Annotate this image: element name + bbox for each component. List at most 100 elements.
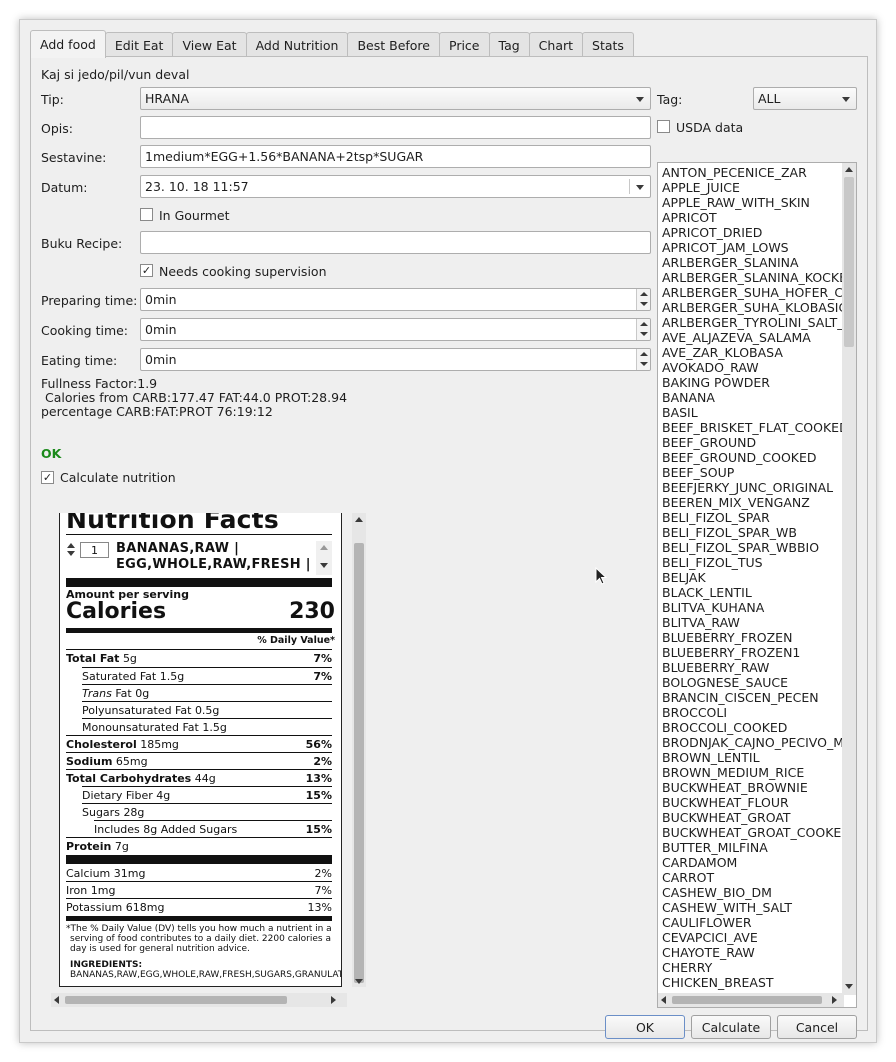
list-item[interactable]: ARLBERGER_SUHA_KLOBASICA [662,300,842,315]
list-item[interactable]: AVOKADO_RAW [662,360,842,375]
scroll-thumb[interactable] [354,543,364,983]
list-item[interactable]: BLUEBERRY_FROZEN1 [662,645,842,660]
list-item[interactable]: CARDAMOM [662,855,842,870]
list-item[interactable]: BLUEBERRY_FROZEN [662,630,842,645]
tab-view-eat[interactable]: View Eat [172,32,247,57]
scroll-up-icon[interactable] [845,167,853,172]
calculate-nutrition-checkbox[interactable]: ✓ [41,471,54,484]
list-item[interactable]: BROWN_LENTIL [662,750,842,765]
list-item[interactable]: BANANA [662,390,842,405]
datum-input[interactable]: 23. 10. 18 11:57 [140,175,651,198]
nutrition-vertical-scrollbar[interactable] [352,513,366,987]
buku-recipe-input[interactable] [140,231,651,254]
supervision-checkbox[interactable]: ✓ [140,264,153,277]
list-item[interactable]: BELI_FIZOL_TUS [662,555,842,570]
list-item[interactable]: BOLOGNESE_SAUCE [662,675,842,690]
spin-down-icon[interactable] [640,362,648,366]
list-item[interactable]: APRICOT_JAM_LOWS [662,240,842,255]
list-item[interactable]: BELI_FIZOL_SPAR_WBBIO [662,540,842,555]
sestavine-input[interactable]: 1medium*EGG+1.56*BANANA+2tsp*SUGAR [140,145,651,168]
spin-up-icon[interactable] [640,292,648,296]
tab-tag[interactable]: Tag [488,32,530,57]
list-item[interactable]: APPLE_JUICE [662,180,842,195]
list-item[interactable]: APRICOT_DRIED [662,225,842,240]
scroll-down-icon[interactable] [845,984,853,989]
list-item[interactable]: BRANCIN_CISCEN_PECEN [662,690,842,705]
scroll-thumb[interactable] [65,996,287,1004]
list-item[interactable]: BEEREN_MIX_VENGANZ [662,495,842,510]
tab-best-before[interactable]: Best Before [347,32,440,57]
list-item[interactable]: CHAYOTE_RAW [662,945,842,960]
list-item[interactable]: BUCKWHEAT_GROAT_COOKED [662,825,842,840]
opis-input[interactable] [140,116,651,139]
tab-add-nutrition[interactable]: Add Nutrition [245,32,349,57]
list-horizontal-scrollbar[interactable] [658,993,844,1007]
list-item[interactable]: BLITVA_KUHANA [662,600,842,615]
servings-stepper[interactable] [66,542,76,558]
list-item[interactable]: BROWN_MEDIUM_RICE [662,765,842,780]
ok-button[interactable]: OK [605,1015,685,1039]
scroll-down-icon[interactable] [320,563,328,568]
cancel-button[interactable]: Cancel [777,1015,857,1039]
list-item[interactable]: BUCKWHEAT_GROAT [662,810,842,825]
list-item[interactable]: CARROT [662,870,842,885]
list-item[interactable]: CEVAPCICI_AVE [662,930,842,945]
stepper-up-icon[interactable] [67,543,75,548]
list-item[interactable]: CASHEW_WITH_SALT [662,900,842,915]
scroll-thumb[interactable] [844,177,854,347]
list-item[interactable]: BUTTER_MILFINA [662,840,842,855]
list-item[interactable]: AVE_ZAR_KLOBASA [662,345,842,360]
list-item[interactable]: BRODNJAK_CAJNO_PECIVO_ME [662,735,842,750]
food-list[interactable]: ANTON_PECENICE_ZAR APPLE_JUICE APPLE_RAW_W… [657,162,857,1008]
scroll-up-icon[interactable] [320,545,328,550]
tab-edit-eat[interactable]: Edit Eat [104,32,174,57]
tab-stats[interactable]: Stats [582,32,634,57]
list-item[interactable]: BUCKWHEAT_BROWNIE [662,780,842,795]
spin-down-icon[interactable] [640,302,648,306]
list-item[interactable]: ARLBERGER_SLANINA_KOCKE [662,270,842,285]
list-item[interactable]: ANTON_PECENICE_ZAR [662,165,842,180]
tag-combobox[interactable]: ALL [753,87,857,110]
tab-chart[interactable]: Chart [528,32,584,57]
list-item[interactable]: BELJAK [662,570,842,585]
scroll-right-icon[interactable] [832,996,837,1004]
list-item[interactable]: BAKING POWDER [662,375,842,390]
spin-buttons[interactable] [636,319,650,340]
list-item[interactable]: BEEFJERKY_JUNC_ORIGINAL [662,480,842,495]
spin-buttons[interactable] [636,349,650,370]
list-item[interactable]: BROCCOLI_COOKED [662,720,842,735]
scroll-thumb[interactable] [672,996,822,1004]
food-scroller[interactable] [316,541,332,575]
list-item[interactable]: BASIL [662,405,842,420]
list-item[interactable]: BEEF_GROUND_COOKED [662,450,842,465]
list-item[interactable]: AVE_ALJAZEVA_SALAMA [662,330,842,345]
list-item[interactable]: CHERRY [662,960,842,975]
list-item[interactable]: BEEF_SOUP [662,465,842,480]
spin-up-icon[interactable] [640,352,648,356]
scroll-down-icon[interactable] [355,979,363,984]
eating-time-spinner[interactable]: 0min [140,348,651,371]
list-item[interactable]: BLACK_LENTIL [662,585,842,600]
scroll-left-icon[interactable] [54,996,59,1004]
tab-add-food[interactable]: Add food [30,30,106,58]
list-item[interactable]: APPLE_RAW_WITH_SKIN [662,195,842,210]
list-item[interactable]: CASHEW_BIO_DM [662,885,842,900]
list-item[interactable]: ARLBERGER_TYROLINI_SALT_K [662,315,842,330]
list-item[interactable]: ARLBERGER_SUHA_HOFER_CILI [662,285,842,300]
list-item[interactable]: BEEF_GROUND [662,435,842,450]
list-item[interactable]: BLUEBERRY_RAW [662,660,842,675]
calendar-dropdown-icon[interactable] [636,185,644,190]
list-item[interactable]: BLITVA_RAW [662,615,842,630]
calculate-button[interactable]: Calculate [691,1015,771,1039]
list-item[interactable]: BELI_FIZOL_SPAR_WB [662,525,842,540]
preparing-time-spinner[interactable]: 0min [140,288,651,311]
servings-input[interactable]: 1 [80,542,109,558]
spin-down-icon[interactable] [640,332,648,336]
list-vertical-scrollbar[interactable] [842,163,856,995]
list-item[interactable]: CHICKEN_BREAST [662,975,842,990]
cooking-time-spinner[interactable]: 0min [140,318,651,341]
list-item[interactable]: BROCCOLI [662,705,842,720]
in-gourmet-checkbox[interactable] [140,208,153,221]
tab-price[interactable]: Price [439,32,490,57]
nutrition-horizontal-scrollbar[interactable] [51,993,347,1007]
